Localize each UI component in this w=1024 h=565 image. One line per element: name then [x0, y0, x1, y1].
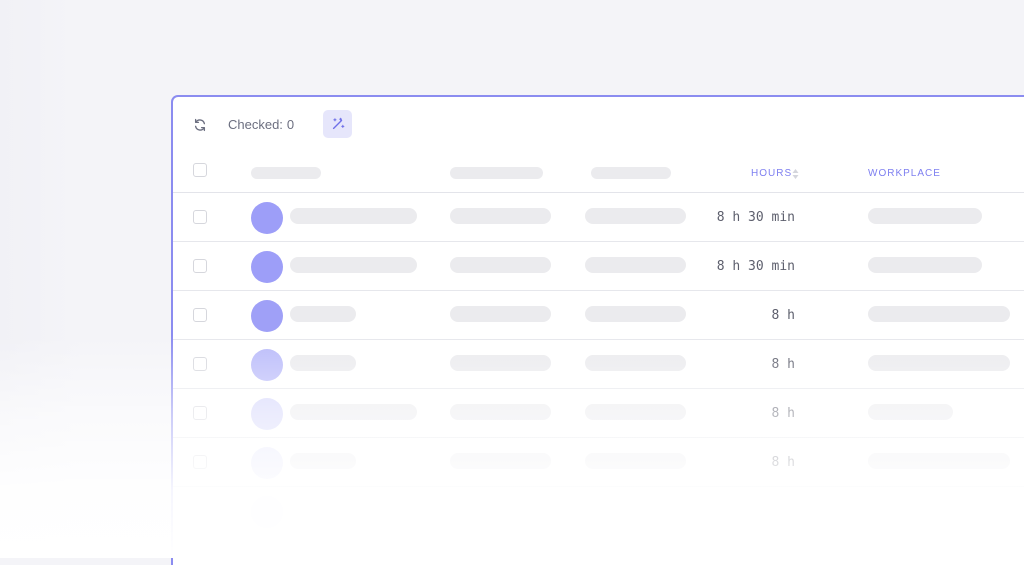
hours-value: 8 h: [771, 308, 795, 323]
checked-label: Checked:: [228, 117, 283, 132]
magic-wand-button[interactable]: [323, 110, 352, 138]
avatar: [251, 300, 283, 332]
magic-wand-icon: [332, 117, 344, 130]
cell-placeholder: [450, 453, 551, 469]
name-placeholder: [290, 355, 356, 371]
table-row[interactable]: 8 h: [173, 340, 1024, 389]
sort-icon[interactable]: [792, 168, 799, 180]
table-panel: Checked: 0 HOURS WORKPLACE 8 h 30 min 8 …: [171, 95, 1024, 565]
table-row[interactable]: 8 h 30 min: [173, 242, 1024, 291]
workplace-placeholder: [868, 453, 1010, 469]
avatar: [251, 202, 283, 234]
row-checkbox[interactable]: [193, 357, 207, 371]
table-row[interactable]: 8 h: [173, 389, 1024, 438]
column-header-placeholder: [251, 167, 321, 179]
table-row[interactable]: 8 h 30 min: [173, 193, 1024, 242]
cell-placeholder: [585, 355, 686, 371]
cell-placeholder: [585, 306, 686, 322]
name-placeholder: [290, 306, 356, 322]
cell-placeholder: [585, 257, 686, 273]
column-header-placeholder: [450, 167, 543, 179]
avatar: [251, 496, 283, 528]
page-backdrop: [0, 0, 80, 558]
hours-value: 8 h: [771, 455, 795, 470]
checked-count-status: Checked: 0: [228, 117, 294, 132]
select-all-checkbox[interactable]: [193, 163, 207, 177]
row-checkbox[interactable]: [193, 259, 207, 273]
cell-placeholder: [450, 404, 551, 420]
workplace-placeholder: [868, 404, 953, 420]
row-checkbox[interactable]: [193, 210, 207, 224]
hours-value: 8 h: [771, 357, 795, 372]
column-header-placeholder: [591, 167, 671, 179]
avatar: [251, 398, 283, 430]
table-toolbar: Checked: 0: [173, 97, 1024, 153]
workplace-placeholder: [868, 208, 982, 224]
table-row[interactable]: 8 h: [173, 438, 1024, 487]
row-checkbox[interactable]: [193, 406, 207, 420]
cell-placeholder: [585, 208, 686, 224]
avatar: [251, 447, 283, 479]
cell-placeholder: [450, 355, 551, 371]
workplace-placeholder: [868, 355, 1010, 371]
name-placeholder: [290, 404, 417, 420]
table-row[interactable]: 8 h: [173, 291, 1024, 340]
column-header-hours[interactable]: HOURS: [751, 168, 792, 179]
workplace-placeholder: [868, 306, 1010, 322]
table-row[interactable]: [173, 487, 1024, 535]
hours-value: 8 h 30 min: [716, 210, 795, 225]
avatar: [251, 349, 283, 381]
cell-placeholder: [450, 257, 551, 273]
refresh-icon[interactable]: [191, 116, 209, 134]
name-placeholder: [290, 208, 417, 224]
avatar: [251, 251, 283, 283]
cell-placeholder: [450, 208, 551, 224]
hours-value: 8 h: [771, 406, 795, 421]
cell-placeholder: [585, 404, 686, 420]
name-placeholder: [290, 257, 417, 273]
cell-placeholder: [585, 453, 686, 469]
checked-count: 0: [286, 117, 295, 132]
cell-placeholder: [450, 306, 551, 322]
table-header-row: HOURS WORKPLACE: [173, 153, 1024, 193]
row-checkbox[interactable]: [193, 455, 207, 469]
row-checkbox[interactable]: [193, 308, 207, 322]
column-header-workplace[interactable]: WORKPLACE: [868, 168, 941, 179]
name-placeholder: [290, 453, 356, 469]
hours-value: 8 h 30 min: [716, 259, 795, 274]
workplace-placeholder: [868, 257, 982, 273]
